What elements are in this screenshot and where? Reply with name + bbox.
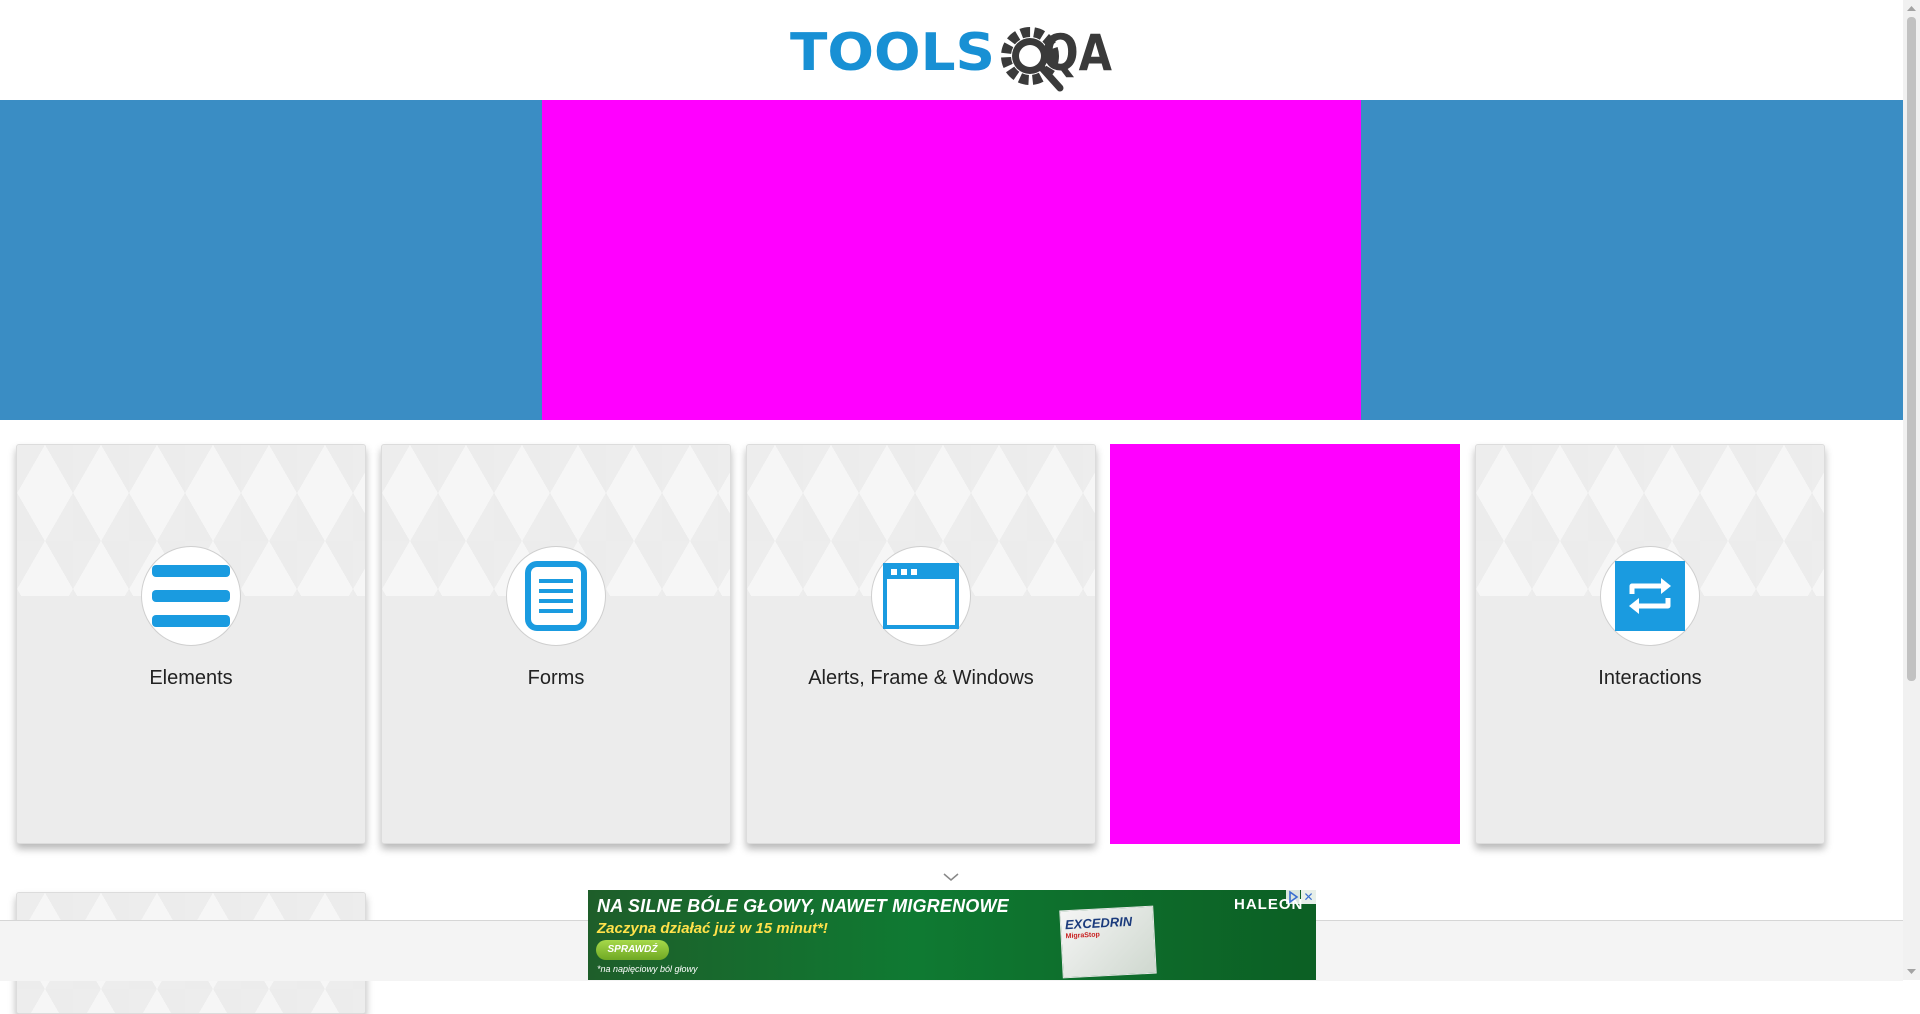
ad-product-name: EXCEDRIN (1064, 913, 1133, 933)
elements-list-icon (152, 565, 230, 627)
home-banner (0, 100, 1903, 420)
card-icon-circle (506, 546, 606, 646)
card-forms[interactable]: Forms (381, 444, 731, 844)
logo-text-tools: TOOLS (790, 23, 995, 83)
scroll-down-arrow-icon[interactable] (1903, 963, 1920, 980)
ad-cta-button[interactable]: SPRAWDŹ (596, 940, 669, 960)
card-interactions[interactable]: Interactions (1475, 444, 1825, 844)
scrollbar-thumb[interactable] (1907, 17, 1916, 681)
card-title: Interactions (1598, 667, 1702, 689)
card-title: Elements (149, 667, 233, 689)
forms-document-icon (525, 561, 587, 631)
ad-headline: NA SILNE BÓLE GŁOWY, NAWET MIGRENOWE (597, 896, 1009, 916)
toolsqa-logo[interactable]: TOOLS QA (790, 14, 1120, 92)
card-title: Alerts, Frame & Windows (808, 667, 1034, 689)
ad-choices-icon[interactable] (1286, 890, 1300, 904)
interactions-arrows-icon (1615, 561, 1685, 631)
browser-window-icon (883, 563, 959, 629)
ad-close-icon[interactable]: ✕ (1301, 890, 1316, 904)
card-icon-circle (871, 546, 971, 646)
scroll-up-arrow-icon[interactable] (1903, 0, 1920, 17)
banner-ad-placeholder[interactable] (542, 100, 1361, 420)
card-elements[interactable]: Elements (16, 444, 366, 844)
card-alerts-frame-windows[interactable]: Alerts, Frame & Windows (746, 444, 1096, 844)
bottom-ad-banner[interactable]: NA SILNE BÓLE GŁOWY, NAWET MIGRENOWE Zac… (588, 890, 1316, 980)
chevron-down-icon[interactable] (942, 872, 960, 882)
ad-subline: Zaczyna działać już w 15 minut*! (597, 920, 828, 937)
card-icon-circle (1600, 546, 1700, 646)
page-scrollbar[interactable] (1903, 0, 1920, 980)
site-header: TOOLS QA (0, 0, 1903, 100)
card-icon-circle (141, 546, 241, 646)
card-ad-placeholder[interactable] (1110, 444, 1460, 844)
ad-product-sub: MigraStop (1065, 931, 1101, 941)
card-title: Forms (527, 667, 585, 689)
ad-product-box: EXCEDRIN MigraStop (1059, 905, 1157, 979)
ad-footnote: *na napięciowy ból głowy (597, 964, 698, 974)
logo-text-qa: QA (1042, 24, 1112, 82)
